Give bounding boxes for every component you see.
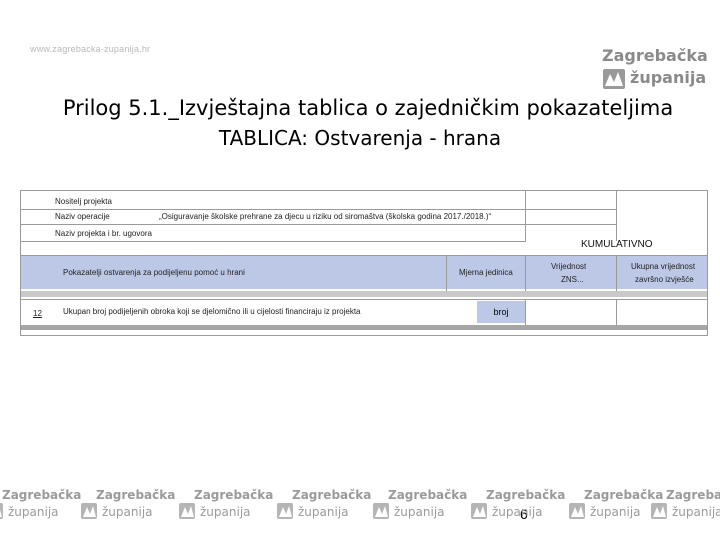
footer-logo: Zagrebačka županija	[470, 488, 565, 528]
footer-logo: Zagrebačka županija	[0, 488, 81, 528]
row-unit: broj	[477, 301, 525, 323]
footer-logo-line2: županija	[298, 505, 349, 519]
footer-logo-line2: županija	[394, 505, 445, 519]
bottom-band	[21, 325, 707, 330]
coat-of-arms-icon	[471, 503, 487, 519]
footer-logo: Zagrebačka županija	[276, 488, 371, 528]
coat-of-arms-icon	[373, 503, 389, 519]
footer-logo-line1: Zagrebačka	[2, 488, 82, 502]
page-title-line2: TABLICA: Ostvarenja - hrana	[218, 126, 502, 150]
row-code: 12	[33, 309, 42, 318]
naziv-projekta-label: Naziv projekta i br. ugovora	[55, 229, 152, 238]
logo-line1: Zagrebačka	[602, 46, 708, 65]
footer-logo-line1: Zagrebačka	[388, 488, 468, 502]
footer-logo-line1: Zagrebačka	[292, 488, 372, 502]
col-mjerna-jedinica: Mjerna jedinica	[459, 268, 513, 277]
footer-logo-line2: županija	[8, 505, 59, 519]
nositelj-label: Nositelj projekta	[55, 197, 112, 206]
naziv-operacije-value: „Osiguravanje školske prehrane za djecu …	[159, 212, 492, 221]
footer-logo-line2: županija	[590, 505, 641, 519]
row-description: Ukupan broj podijeljenih obroka koji se …	[63, 307, 361, 316]
coat-of-arms-icon	[569, 503, 585, 519]
footer-logo-line2: županija	[672, 505, 720, 519]
coat-of-arms-icon	[179, 503, 195, 519]
coat-of-arms-icon	[0, 503, 3, 519]
col-ukupna-line2: završno izvješće	[635, 275, 694, 284]
coat-of-arms-icon	[603, 69, 625, 89]
footer-logo: Zagrebačka županija	[568, 488, 663, 528]
col-vrijednost-line1: Vrijednost	[551, 262, 587, 271]
col-vrijednost-line2: ZNS...	[561, 275, 584, 284]
col-ukupna-line1: Ukupna vrijednost	[631, 262, 696, 271]
footer-logo-line2: županija	[102, 505, 153, 519]
gray-band	[21, 291, 707, 297]
coat-of-arms-icon	[277, 503, 293, 519]
footer-logo-line1: Zagrebačka	[486, 488, 566, 502]
footer-logo: Zagrebačka županija	[650, 488, 720, 528]
footer-logo: Zagrebačka županija	[80, 488, 175, 528]
logo-line2: županija	[630, 68, 707, 87]
footer-logo: Zagrebačka županija	[178, 488, 273, 528]
footer-logo-line1: Zagrebačka	[96, 488, 176, 502]
report-table-image: Nositelj projekta Naziv operacije „Osigu…	[20, 190, 708, 336]
coat-of-arms-icon	[81, 503, 97, 519]
col-pokazatelji: Pokazatelji ostvarenja za podijeljenu po…	[63, 268, 245, 277]
naziv-operacije-label: Naziv operacije	[55, 212, 110, 221]
page-title-line1: Prilog 5.1._Izvještajna tablica o zajedn…	[62, 96, 674, 120]
coat-of-arms-icon	[651, 503, 667, 519]
footer-logo-line1: Zagrebačka	[194, 488, 274, 502]
site-url[interactable]: www.zagrebacka-zupanija.hr	[30, 44, 150, 54]
footer-logo: Zagrebačka županija	[372, 488, 467, 528]
kumulativno-heading: KUMULATIVNO	[581, 239, 653, 250]
footer-logo-line2: županija	[200, 505, 251, 519]
footer-logo-strip: Zagrebačka županija Zagrebačka županija …	[0, 480, 720, 540]
county-logo: Zagrebačka županija	[600, 46, 710, 96]
footer-logo-line1: Zagrebačka	[666, 488, 720, 502]
footer-logo-line2: županija	[492, 505, 543, 519]
